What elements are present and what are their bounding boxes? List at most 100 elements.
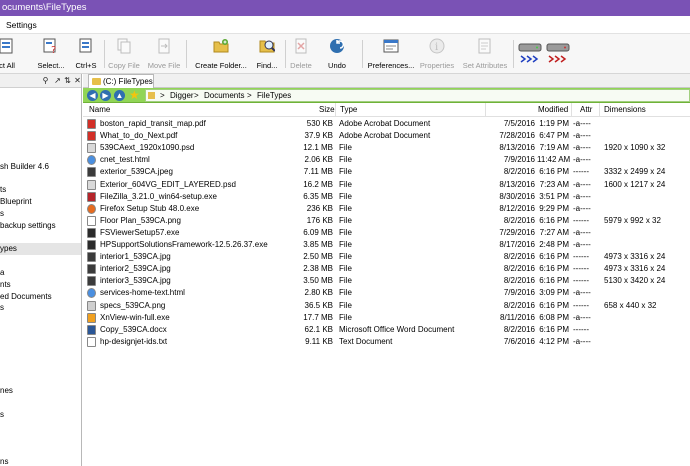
file-size: 2.80 KB <box>304 288 333 298</box>
tree-item[interactable]: nes <box>0 385 81 397</box>
table-row[interactable]: Copy_539CA.docx 62.1 KB Microsoft Office W… <box>83 324 690 336</box>
tree-item[interactable]: s <box>0 302 81 314</box>
search-icon[interactable]: ⚲ <box>41 76 50 85</box>
table-row[interactable]: services-home-text.html 2.80 KB File 7/9/20… <box>83 287 690 299</box>
file-type: File <box>339 300 352 310</box>
preferences-button[interactable]: Preferences... <box>365 37 417 71</box>
tree-item[interactable]: a <box>0 267 81 279</box>
table-row[interactable]: HPSupportSolutionsFramework-12.5.26.37.e… <box>83 239 690 251</box>
tree-item[interactable] <box>0 102 81 114</box>
tree-item[interactable]: sh Builder 4.6 <box>0 161 81 173</box>
file-time: 6:08 PM <box>539 312 569 322</box>
folder-icon <box>92 78 101 85</box>
select-button[interactable]: ? Select... <box>34 37 68 71</box>
column-header-type[interactable]: Type <box>340 103 357 117</box>
tree-item[interactable] <box>0 90 81 102</box>
table-row[interactable]: cnet_test.html 2.06 KB File 7/9/2016 11:42 A… <box>83 154 690 166</box>
move-file-button[interactable]: Move File <box>144 37 184 71</box>
table-row[interactable]: Floor Plan_539CA.png 176 KB File 8/2/2016 6:… <box>83 215 690 227</box>
breadcrumb-item[interactable]: Documents <box>204 90 244 102</box>
tree-item[interactable] <box>0 420 81 432</box>
file-size: 36.5 KB <box>304 300 333 310</box>
column-divider[interactable] <box>571 103 572 117</box>
file-time: 11:42 AM <box>537 155 571 165</box>
table-row[interactable]: FileZilla_3.21.0_win64-setup.exe 6.35 MB F… <box>83 191 690 203</box>
back-icon[interactable]: ◀ <box>87 90 98 101</box>
find-button[interactable]: Find... <box>252 37 282 71</box>
table-row[interactable]: XnView-win-full.exe 17.7 MB File 8/11/2016 6… <box>83 312 690 324</box>
column-divider[interactable] <box>485 103 486 117</box>
tree-item[interactable] <box>0 255 81 267</box>
create-folder-button[interactable]: Create Folder... <box>190 37 252 71</box>
delete-button[interactable]: Delete <box>286 37 316 71</box>
expand-icon[interactable]: ↗ <box>53 76 62 85</box>
tree-item[interactable]: ypes <box>0 243 81 256</box>
tree-item[interactable]: s <box>0 409 81 421</box>
tree-item[interactable] <box>0 314 81 326</box>
column-header-size[interactable]: Size <box>319 103 335 117</box>
column-header-dimensions[interactable]: Dimensions <box>604 103 646 117</box>
table-row[interactable]: hp-designjet-ids.txt 9.11 KB Text Document… <box>83 336 690 348</box>
tree-item[interactable] <box>0 114 81 126</box>
table-row[interactable]: interior1_539CA.jpg 2.50 MB File 8/2/2016 6:… <box>83 251 690 263</box>
select-pattern-button[interactable]: Ctrl+S <box>70 37 102 71</box>
table-row[interactable]: What_to_do_Next.pdf 37.9 KB Adobe Acrobat … <box>83 130 690 142</box>
tree-item[interactable] <box>0 350 81 362</box>
close-icon[interactable]: ✕ <box>73 76 81 85</box>
tree-item[interactable] <box>0 361 81 373</box>
column-divider[interactable] <box>599 103 600 117</box>
table-row[interactable]: 539CAext_1920x1090.psd 12.1 MB File 8/13/20… <box>83 142 690 154</box>
tree-item[interactable] <box>0 149 81 161</box>
tree-item[interactable] <box>0 444 81 456</box>
tree-item[interactable] <box>0 173 81 185</box>
table-row[interactable]: boston_rapid_transit_map.pdf 530 KB Adobe … <box>83 118 690 130</box>
tree-item[interactable] <box>0 326 81 338</box>
table-row[interactable]: interior2_539CA.jpg 2.38 MB File 8/2/2016 6:… <box>83 263 690 275</box>
table-row[interactable]: exterior_539CA.jpeg 7.11 MB File 8/2/2016 6:… <box>83 166 690 178</box>
tree-item[interactable] <box>0 432 81 444</box>
breadcrumb-item[interactable]: Digger <box>170 90 194 102</box>
table-row[interactable]: interior3_539CA.jpg 3.50 MB File 8/2/2016 6:… <box>83 275 690 287</box>
tree-item[interactable] <box>0 373 81 385</box>
tree-item[interactable]: s <box>0 208 81 220</box>
tree-item[interactable] <box>0 232 81 244</box>
breadcrumb-item[interactable]: FileTypes <box>257 90 291 102</box>
up-icon[interactable]: ▲ <box>114 90 125 101</box>
breadcrumb-separator[interactable]: > <box>194 90 199 102</box>
file-size: 6.09 MB <box>303 227 333 237</box>
tree-item[interactable]: ts <box>0 184 81 196</box>
table-row[interactable]: specs_539CA.png 36.5 KB File 8/2/2016 6:16 P… <box>83 300 690 312</box>
tab-filetypes[interactable]: (C:) FileTypes <box>88 74 154 88</box>
tree-item[interactable] <box>0 397 81 409</box>
tree-item[interactable]: Blueprint <box>0 196 81 208</box>
select-all-button[interactable]: ct All <box>0 37 22 71</box>
file-name: Copy_539CA.docx <box>100 324 167 334</box>
breadcrumb-separator[interactable]: > <box>247 90 252 102</box>
forward-icon[interactable]: ▶ <box>100 90 111 101</box>
tree-item[interactable] <box>0 137 81 149</box>
menu-settings[interactable]: Settings <box>6 16 37 34</box>
properties-button[interactable]: i Properties <box>418 37 456 71</box>
copy-file-button[interactable]: Copy File <box>106 37 142 71</box>
tree-item[interactable]: backup settings <box>0 220 81 232</box>
tree-item[interactable]: nts <box>0 279 81 291</box>
tree-item[interactable]: ed Documents <box>0 291 81 303</box>
set-attributes-button[interactable]: Set Attributes <box>460 37 510 71</box>
tree-item[interactable] <box>0 125 81 137</box>
breadcrumb[interactable]: > Digger > Documents > FileTypes <box>145 89 690 102</box>
breadcrumb-separator[interactable]: > <box>160 90 165 102</box>
file-type: File <box>339 264 352 274</box>
table-row[interactable]: Exterior_604VG_EDIT_LAYERED.psd 16.2 MB Fi… <box>83 179 690 191</box>
pin-icon[interactable]: ⇅ <box>63 76 72 85</box>
undo-button[interactable]: Undo <box>322 37 352 71</box>
column-header-attr[interactable]: Attr <box>580 103 592 117</box>
table-row[interactable]: FSViewerSetup57.exe 6.09 MB File 7/29/2016 7… <box>83 227 690 239</box>
table-row[interactable]: Firefox Setup Stub 48.0.exe 236 KB File 8/1… <box>83 203 690 215</box>
column-divider[interactable] <box>335 103 336 117</box>
tree-item[interactable] <box>0 338 81 350</box>
drive-transfer-button[interactable] <box>516 37 574 71</box>
tree-item[interactable]: ns <box>0 456 81 466</box>
column-header-name[interactable]: Name <box>89 103 110 117</box>
favorites-star-icon[interactable]: ★ <box>129 89 141 101</box>
column-header-modified[interactable]: Modified <box>538 103 568 117</box>
